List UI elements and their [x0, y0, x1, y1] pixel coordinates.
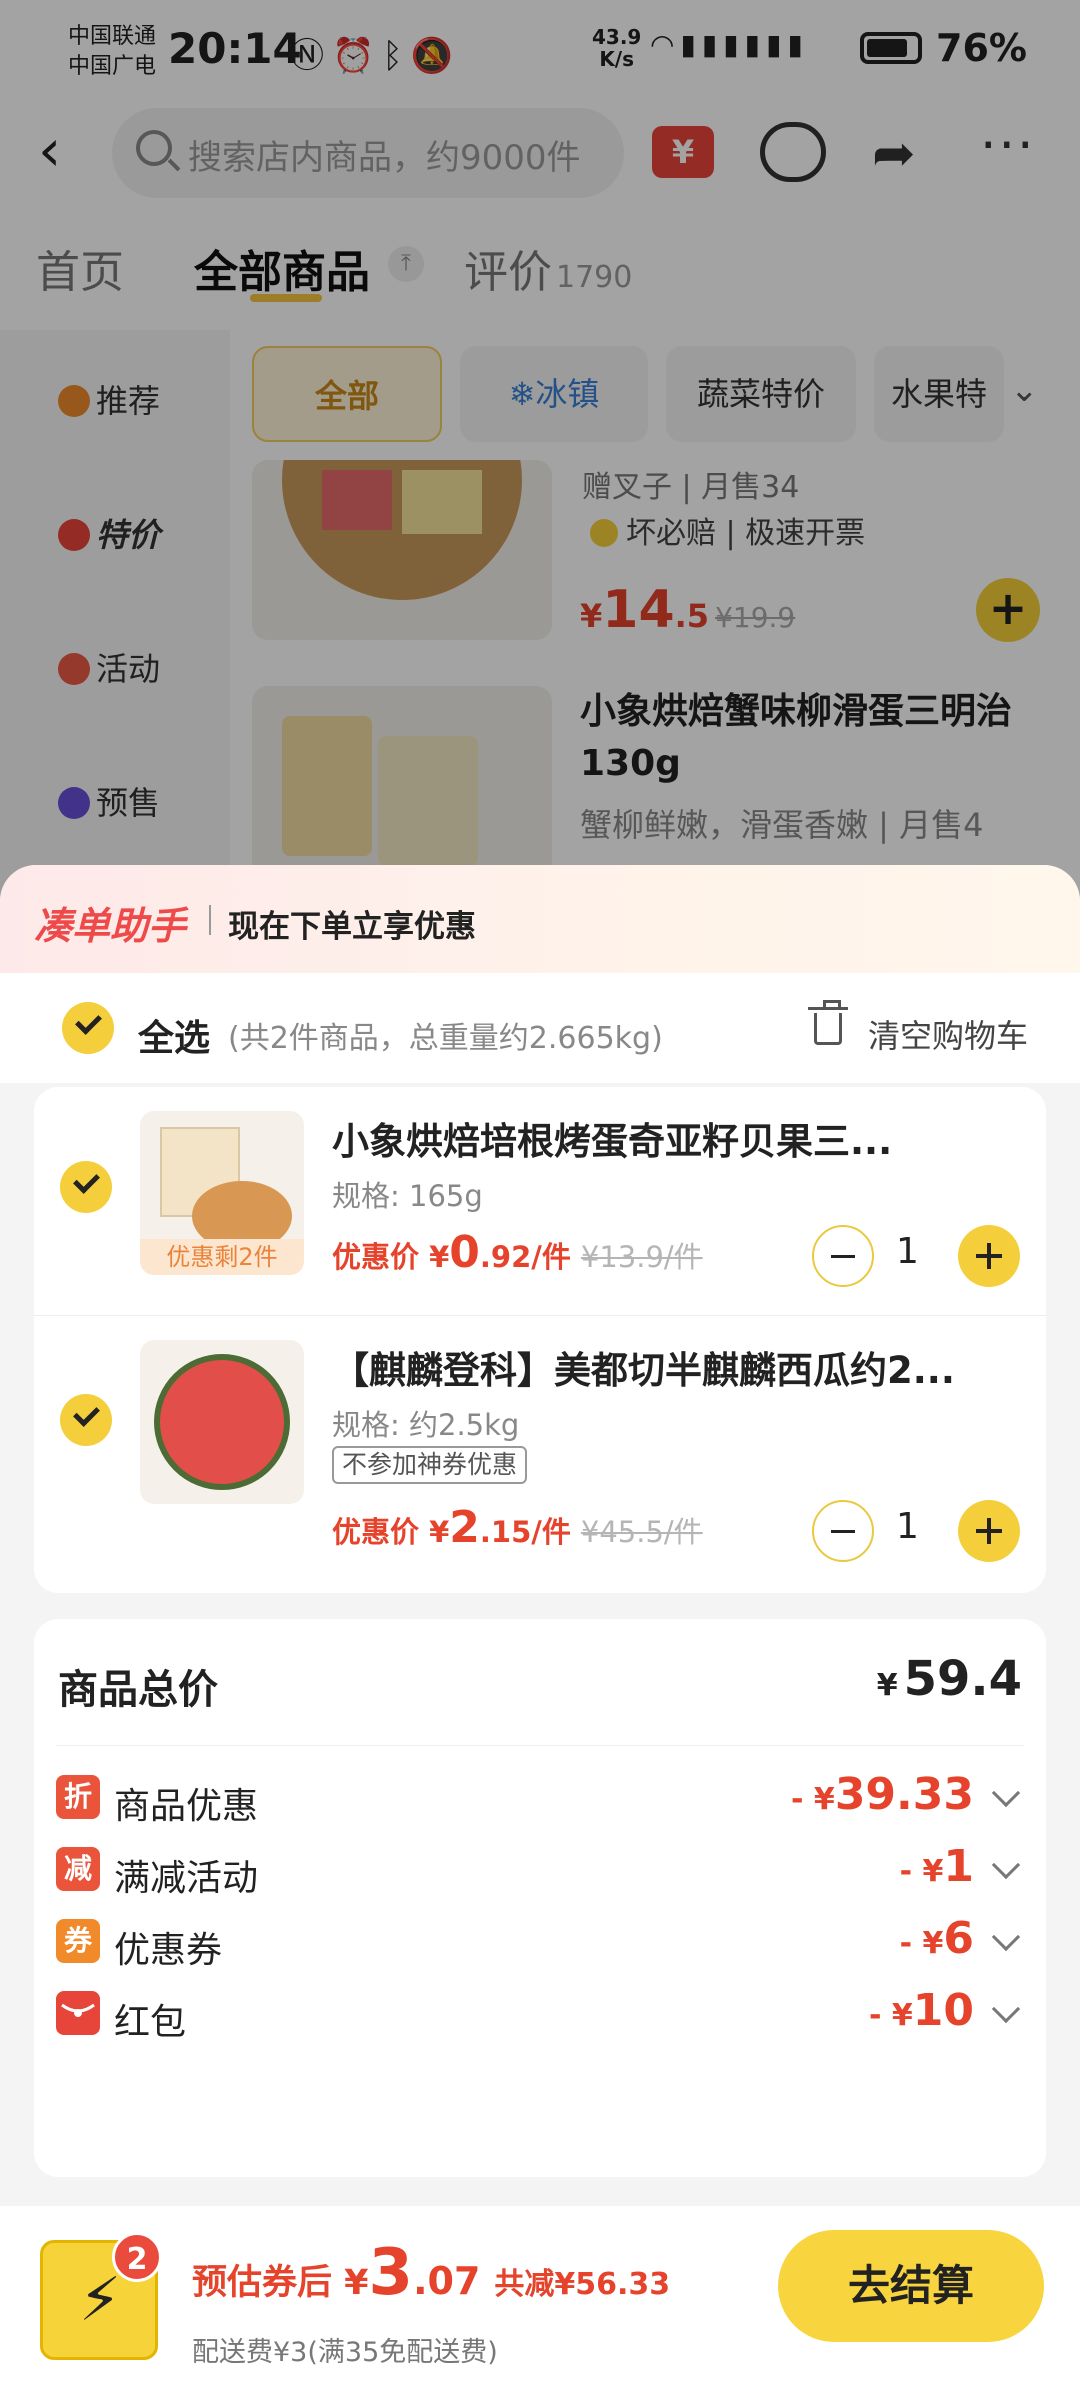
- est-label: 预估券后 ¥: [192, 2263, 369, 2303]
- item-checkbox[interactable]: [60, 1161, 112, 1213]
- price-summary-card: 商品总价 ¥59.4 折 商品优惠 - ¥39.33 减 满减活动 - ¥1 券…: [34, 1619, 1046, 2177]
- total-yen: ¥: [876, 1668, 898, 1703]
- price-dec: .15/件: [479, 1515, 571, 1549]
- est-int: 3: [368, 2236, 414, 2310]
- item-checkbox[interactable]: [60, 1394, 112, 1446]
- discount-amount: 1: [943, 1841, 974, 1892]
- discount-icon: 折: [56, 1775, 100, 1819]
- cart-count-badge: 2: [112, 2232, 162, 2282]
- discount-row-product[interactable]: 折 商品优惠 - ¥39.33: [56, 1759, 1024, 1839]
- trash-icon[interactable]: [808, 1000, 848, 1045]
- price-int: 2: [449, 1502, 480, 1553]
- stock-tag: 优惠剩2件: [140, 1239, 304, 1275]
- price-label: 优惠价 ¥: [332, 1240, 450, 1274]
- price-orig: ¥45.5/件: [580, 1515, 703, 1549]
- increase-qty-button[interactable]: [958, 1225, 1020, 1287]
- select-all-row: 全选 (共2件商品，总重量约2.665kg) 清空购物车: [0, 973, 1080, 1083]
- price-orig: ¥13.9/件: [580, 1240, 703, 1274]
- price-dec: .92/件: [479, 1240, 571, 1274]
- total-amount: 59.4: [903, 1651, 1022, 1707]
- cart-sheet: 凑单助手 现在下单立享优惠 全选 (共2件商品，总重量约2.665kg) 清空购…: [0, 865, 1080, 2400]
- discount-amount: 6: [943, 1913, 974, 1964]
- estimated-price: 预估券后 ¥3.07 共减¥56.33: [192, 2236, 670, 2310]
- discount-label: 优惠券: [114, 1930, 223, 1971]
- red-packet-icon: [56, 1991, 100, 2035]
- discount-row-red-packet[interactable]: 红包 - ¥10: [56, 1975, 1024, 2055]
- price-int: 0: [449, 1227, 480, 1278]
- discount-prefix: - ¥: [868, 1998, 913, 2033]
- price-label: 优惠价 ¥: [332, 1515, 450, 1549]
- item-thumbnail[interactable]: [140, 1340, 304, 1504]
- discount-label: 红包: [114, 2002, 187, 2043]
- cart-item: 优惠剩2件 小象烘焙培根烤蛋奇亚籽贝果三... 规格: 165g 优惠价 ¥0.…: [34, 1087, 1046, 1317]
- lightning-icon: ⚡: [79, 2265, 122, 2335]
- helper-banner: 凑单助手 现在下单立享优惠: [0, 865, 1080, 973]
- coupon-icon: 券: [56, 1919, 100, 1963]
- qty-value[interactable]: 1: [896, 1506, 919, 1547]
- item-thumbnail[interactable]: 优惠剩2件: [140, 1111, 304, 1275]
- divider: [56, 1745, 1024, 1746]
- total-saved: 共减¥56.33: [494, 2267, 671, 2302]
- est-dec: .07: [413, 2259, 481, 2303]
- checkout-bar: ⚡ 2 预估券后 ¥3.07 共减¥56.33 配送费¥3(满35免配送费) 去结…: [0, 2206, 1080, 2400]
- discount-value: - ¥39.33: [791, 1769, 974, 1820]
- item-spec: 规格: 约2.5kg: [332, 1408, 520, 1442]
- item-price: 优惠价 ¥0.92/件 ¥13.9/件: [332, 1227, 703, 1278]
- shipping-fee: 配送费¥3(满35免配送费): [192, 2337, 498, 2368]
- clear-cart-button[interactable]: 清空购物车: [868, 1011, 1028, 1057]
- cart-item: 【麒麟登科】美都切半麒麟西瓜约2... 规格: 约2.5kg 不参加神券优惠 优…: [34, 1315, 1046, 1593]
- discount-prefix: - ¥: [791, 1782, 835, 1817]
- select-all-label[interactable]: 全选: [138, 1009, 210, 1061]
- decrease-qty-button[interactable]: [812, 1500, 874, 1562]
- total-label: 商品总价: [58, 1667, 218, 1713]
- chevron-down-icon: [991, 1994, 1021, 2024]
- helper-logo: 凑单助手: [34, 904, 187, 948]
- discount-amount: 10: [912, 1985, 974, 2036]
- item-title[interactable]: 【麒麟登科】美都切半麒麟西瓜约2...: [332, 1340, 1022, 1394]
- discount-value: - ¥6: [900, 1913, 974, 1964]
- discount-label: 满减活动: [114, 1858, 259, 1899]
- item-title[interactable]: 小象烘焙培根烤蛋奇亚籽贝果三...: [332, 1111, 1022, 1165]
- discount-prefix: - ¥: [899, 1854, 944, 1889]
- checkout-button[interactable]: 去结算: [778, 2230, 1044, 2342]
- chevron-down-icon: [991, 1850, 1021, 1880]
- discount-value: - ¥1: [900, 1841, 974, 1892]
- discount-value: - ¥10: [869, 1985, 974, 2036]
- total-value: ¥59.4: [877, 1651, 1022, 1707]
- helper-text: 现在下单立享优惠: [228, 909, 476, 945]
- cart-items-card: 优惠剩2件 小象烘焙培根烤蛋奇亚籽贝果三... 规格: 165g 优惠价 ¥0.…: [34, 1087, 1046, 1593]
- red-packet-glyph: [61, 2003, 95, 2017]
- promo-tag: 不参加神券优惠: [332, 1446, 528, 1484]
- increase-qty-button[interactable]: [958, 1500, 1020, 1562]
- item-spec: 规格: 165g: [332, 1179, 483, 1213]
- decrease-qty-button[interactable]: [812, 1225, 874, 1287]
- discount-row-full-reduction[interactable]: 减 满减活动 - ¥1: [56, 1831, 1024, 1911]
- discount-amount: 39.33: [834, 1769, 974, 1820]
- select-all-meta: (共2件商品，总重量约2.665kg): [228, 1021, 663, 1056]
- divider: [209, 905, 211, 935]
- item-price: 优惠价 ¥2.15/件 ¥45.5/件: [332, 1502, 703, 1553]
- select-all-checkbox[interactable]: [62, 1002, 114, 1054]
- qty-value[interactable]: 1: [896, 1231, 919, 1272]
- discount-row-coupon[interactable]: 券 优惠券 - ¥6: [56, 1903, 1024, 1983]
- reduction-icon: 减: [56, 1847, 100, 1891]
- chevron-down-icon: [991, 1778, 1021, 1808]
- discount-prefix: - ¥: [899, 1926, 944, 1961]
- discount-label: 商品优惠: [114, 1786, 259, 1827]
- chevron-down-icon: [991, 1922, 1021, 1952]
